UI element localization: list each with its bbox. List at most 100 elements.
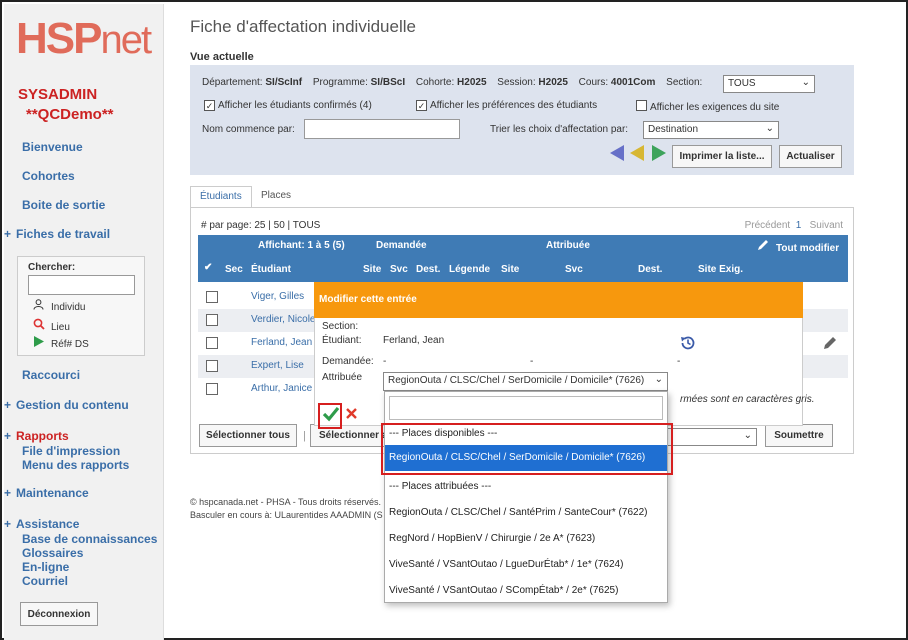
name-filter-input[interactable] (304, 119, 460, 139)
dropdown-option[interactable]: RegNord / HopBienV / Chirurgie / 2e A* (… (385, 526, 667, 552)
highlight-confirm (318, 403, 342, 429)
current-view-label: Vue actuelle (190, 51, 254, 63)
checkbox-site-requirements[interactable]: Afficher les exigences du site (636, 100, 779, 113)
chevron-down-icon: ⌄ (654, 374, 663, 385)
dropdown-option[interactable]: RegionOuta / CLSC/Chel / SantéPrim / San… (385, 500, 667, 526)
modal-student-value: Ferland, Jean (383, 335, 445, 346)
sidebar-item-file-impression[interactable]: File d'impression (22, 444, 120, 458)
pencil-icon[interactable] (756, 238, 770, 255)
row-checkbox[interactable] (206, 314, 218, 326)
requested-dest-dash: - (677, 356, 681, 367)
col-site-assigned[interactable]: Site (501, 264, 519, 275)
sidebar-item-raccourci[interactable]: Raccourci (22, 368, 80, 382)
history-icon[interactable] (679, 334, 697, 355)
student-link[interactable]: Viger, Gilles (251, 291, 304, 302)
col-svc-assigned[interactable]: Svc (565, 264, 583, 275)
page-title: Fiche d'affectation individuelle (190, 17, 416, 36)
select-all-button[interactable]: Sélectionner tous (199, 424, 297, 447)
tab-places[interactable]: Places (252, 186, 300, 208)
arrow-left-yellow-icon (630, 145, 644, 161)
row-checkbox[interactable] (206, 291, 218, 303)
chevron-down-icon: ⌄ (743, 430, 752, 441)
student-link[interactable]: Expert, Lise (251, 360, 304, 371)
sidebar-item-bienvenue[interactable]: Bienvenue (22, 140, 83, 154)
play-arrow-icon (32, 336, 45, 350)
sidebar-item-boite-de-sortie[interactable]: Boite de sortie (22, 198, 105, 212)
tab-etudiants[interactable]: Étudiants (190, 186, 252, 208)
sidebar-item-fiches-de-travail[interactable]: Fiches de travail (4, 227, 110, 241)
pagination: Précédent 1 Suivant (745, 220, 843, 231)
program-name: **QCDemo** (26, 106, 114, 123)
search-input[interactable] (28, 275, 135, 295)
sidebar-item-glossaires[interactable]: Glossaires (22, 546, 83, 560)
search-label: Chercher: (28, 262, 76, 273)
prev-link[interactable]: Précédent (745, 220, 791, 231)
search-option-lieu[interactable]: Lieu (32, 318, 70, 333)
row-checkbox[interactable] (206, 360, 218, 372)
dropdown-search-input[interactable] (389, 396, 663, 420)
col-site-exig[interactable]: Site Exig. (698, 264, 743, 275)
next-link[interactable]: Suivant (810, 220, 843, 231)
sidebar-item-maintenance[interactable]: Maintenance (4, 486, 89, 500)
search-panel: Chercher: Individu Lieu Réf# DS (17, 256, 145, 356)
cancel-x-icon[interactable] (345, 407, 358, 423)
col-sec[interactable]: Sec (225, 264, 243, 275)
checkbox-confirmed-students[interactable]: ✓ Afficher les étudiants confirmés (4) (204, 100, 372, 111)
filter-summary: Département: SI/ScInf Programme: SI/BScI… (202, 77, 703, 88)
dropdown-option[interactable]: ViveSanté / VSantOutao / LgueDurÉtab* / … (385, 552, 667, 578)
modal-section-label: Section: (322, 321, 359, 332)
checkbox-student-preferences[interactable]: ✓ Afficher les préférences des étudiants (416, 100, 597, 111)
arrow-left-icon (610, 145, 624, 161)
sidebar-item-assistance[interactable]: Assistance (4, 517, 79, 531)
sidebar: HSPnet SYSADMIN **QCDemo** Bienvenue Coh… (4, 4, 164, 640)
assigned-place-select[interactable]: RegionOuta / CLSC/Chel / SerDomicile / D… (383, 372, 668, 391)
sidebar-item-courriel[interactable]: Courriel (22, 574, 68, 588)
sidebar-item-rapports[interactable]: Rapports (4, 429, 69, 443)
search-option-individu[interactable]: Individu (32, 299, 85, 313)
checkbox-unchecked[interactable] (636, 100, 647, 111)
magnifier-icon (32, 318, 45, 333)
search-option-ref-ds[interactable]: Réf# DS (32, 336, 89, 350)
hspnet-logo[interactable]: HSPnet (16, 14, 152, 64)
col-dest[interactable]: Dest. (416, 264, 440, 275)
student-link[interactable]: Ferland, Jean (251, 337, 312, 348)
row-edit-pencil-icon[interactable] (822, 335, 838, 354)
student-link[interactable]: Arthur, Janice (251, 383, 312, 394)
modal-assigned-label: Attribuée (322, 372, 363, 383)
sort-select[interactable]: Destination ⌄ (643, 121, 779, 139)
sidebar-item-base-connaissances[interactable]: Base de connaissances (22, 532, 157, 546)
page-number[interactable]: 1 (796, 220, 802, 231)
highlight-selected-option (381, 423, 673, 475)
nav-arrows (610, 145, 666, 161)
logout-button[interactable]: Déconnexion (20, 602, 98, 626)
bulk-action-select[interactable]: ⌄ (661, 428, 757, 446)
dropdown-group-assigned: --- Places attribuées --- (389, 481, 492, 492)
check-all-icon[interactable]: ✔ (204, 262, 212, 273)
sidebar-item-en-ligne[interactable]: En-ligne (22, 560, 69, 574)
chevron-down-icon: ⌄ (765, 123, 774, 134)
checkbox-checked[interactable]: ✓ (204, 100, 215, 111)
checkbox-checked[interactable]: ✓ (416, 100, 427, 111)
col-site[interactable]: Site (363, 264, 381, 275)
refresh-button[interactable]: Actualiser (779, 145, 842, 168)
print-list-button[interactable]: Imprimer la liste... (672, 145, 772, 168)
sidebar-item-cohortes[interactable]: Cohortes (22, 169, 75, 183)
col-etudiant[interactable]: Étudiant (251, 264, 291, 275)
col-dest-assigned[interactable]: Dest. (638, 264, 662, 275)
per-page-selector[interactable]: # par page: 25 | 50 | TOUS (201, 220, 320, 231)
user-role: SYSADMIN (18, 86, 98, 103)
row-checkbox[interactable] (206, 337, 218, 349)
edit-all-link[interactable]: Tout modifier (776, 243, 839, 254)
section-select[interactable]: TOUS ⌄ (723, 75, 815, 93)
filter-panel: Département: SI/ScInf Programme: SI/BScI… (190, 65, 854, 175)
submit-button[interactable]: Soumettre (765, 424, 833, 447)
col-legende[interactable]: Légende (449, 264, 490, 275)
sort-label: Trier les choix d'affectation par: (490, 124, 629, 135)
col-svc[interactable]: Svc (390, 264, 408, 275)
dropdown-option[interactable]: ViveSanté / VSantOutao / SCompÉtab* / 2e… (385, 578, 667, 604)
row-checkbox[interactable] (206, 383, 218, 395)
sidebar-item-gestion-du-contenu[interactable]: Gestion du contenu (4, 398, 129, 412)
sidebar-item-menu-rapports[interactable]: Menu des rapports (22, 458, 129, 472)
person-icon (32, 299, 45, 313)
student-link[interactable]: Verdier, Nicole (251, 314, 315, 325)
